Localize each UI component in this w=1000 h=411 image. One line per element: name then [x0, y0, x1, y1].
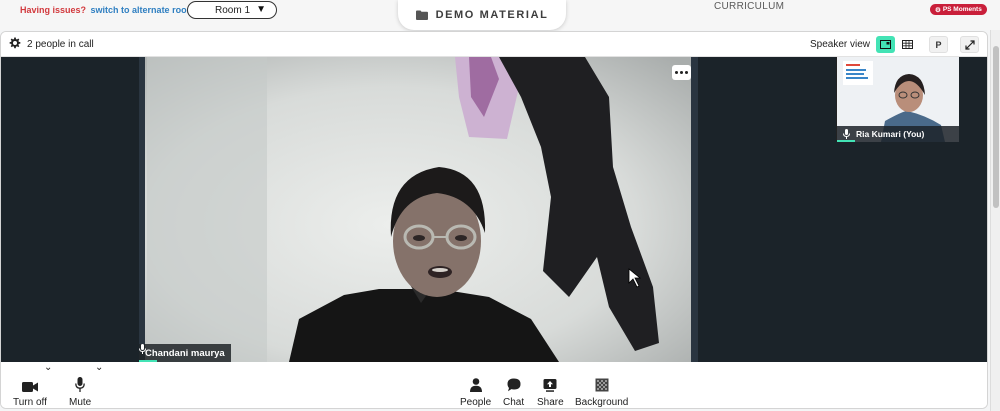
self-video-tile[interactable]: Ria Kumari (You) — [836, 57, 959, 142]
camera-toggle-label: Turn off — [13, 397, 47, 408]
people-button[interactable]: People — [460, 362, 491, 408]
chat-button[interactable]: Chat — [503, 362, 524, 408]
mic-icon — [139, 344, 146, 354]
mic-icon — [843, 129, 850, 139]
more-icon — [675, 71, 688, 74]
mic-options-chevron-icon[interactable]: ⌄ — [95, 362, 103, 373]
issues-notice: Having issues? switch to alternate room — [20, 5, 195, 15]
people-in-call-count: 2 people in call — [27, 39, 94, 50]
scrollbar-thumb[interactable] — [993, 46, 999, 208]
curriculum-link[interactable]: CURRICULUM — [714, 1, 784, 12]
self-participant-name: Ria Kumari (You) — [856, 129, 925, 139]
camera-icon — [21, 370, 38, 392]
main-participant-tag: Chandani maurya — [139, 344, 231, 362]
folder-icon — [415, 10, 428, 20]
demo-material-tab[interactable]: DEMO MATERIAL — [398, 0, 566, 30]
ps-moments-badge[interactable]: ⚙ PS Moments — [930, 4, 987, 15]
background-label: Background — [575, 397, 629, 408]
chat-icon — [507, 370, 521, 392]
demo-material-label: DEMO MATERIAL — [435, 9, 549, 21]
issues-text: Having issues? — [20, 5, 87, 15]
page: Having issues? switch to alternate room … — [0, 0, 1000, 411]
ps-moments-label: PS Moments — [942, 6, 982, 13]
gear-icon[interactable] — [9, 37, 21, 49]
speaker-video-image — [139, 57, 698, 362]
background-button[interactable]: Background — [575, 362, 628, 408]
room-select[interactable]: Room 1 ▼ — [187, 1, 277, 19]
share-label: Share — [537, 397, 564, 408]
call-header: 2 people in call Speaker view P — [1, 32, 987, 57]
top-bar: Having issues? switch to alternate room … — [0, 0, 1000, 30]
video-more-options-button[interactable] — [672, 65, 691, 80]
call-toolbar: Turn off ⌄ Mute ⌄ People Chat Share Back… — [1, 362, 987, 408]
video-stage: Chandani maurya Ria Kumari (You) — [1, 57, 987, 362]
video-call-panel: 2 people in call Speaker view P Chandani… — [0, 31, 988, 409]
p-button[interactable]: P — [929, 36, 948, 53]
fullscreen-icon — [964, 39, 975, 50]
mute-label: Mute — [69, 397, 92, 408]
background-icon — [595, 370, 609, 392]
fullscreen-button[interactable] — [960, 36, 979, 53]
room-select-value: Room 1 — [215, 4, 251, 16]
audio-level-bar — [837, 140, 855, 142]
sidebar-view-icon — [880, 40, 891, 49]
main-video-feed: Chandani maurya — [139, 57, 698, 362]
speaker-view-button[interactable] — [876, 36, 895, 53]
grid-view-button[interactable] — [898, 36, 917, 53]
share-button[interactable]: Share — [537, 362, 564, 408]
speaker-view-label: Speaker view — [810, 39, 871, 50]
people-icon — [469, 370, 482, 392]
grid-view-icon — [902, 40, 913, 49]
gear-icon: ⚙ — [935, 6, 941, 14]
page-scrollbar[interactable] — [990, 30, 1000, 411]
self-participant-tag: Ria Kumari (You) — [837, 126, 959, 142]
mute-button[interactable]: Mute — [69, 362, 91, 408]
main-participant-name: Chandani maurya — [145, 347, 225, 359]
people-label: People — [460, 397, 492, 408]
mic-icon — [75, 370, 85, 392]
alternate-room-link[interactable]: switch to alternate room — [91, 5, 195, 15]
caret-down-icon: ▼ — [256, 4, 266, 15]
p-button-label: P — [935, 39, 942, 50]
share-icon — [543, 370, 557, 392]
camera-options-chevron-icon[interactable]: ⌄ — [44, 362, 52, 373]
chat-label: Chat — [503, 397, 525, 408]
camera-toggle-button[interactable]: Turn off — [13, 362, 47, 408]
